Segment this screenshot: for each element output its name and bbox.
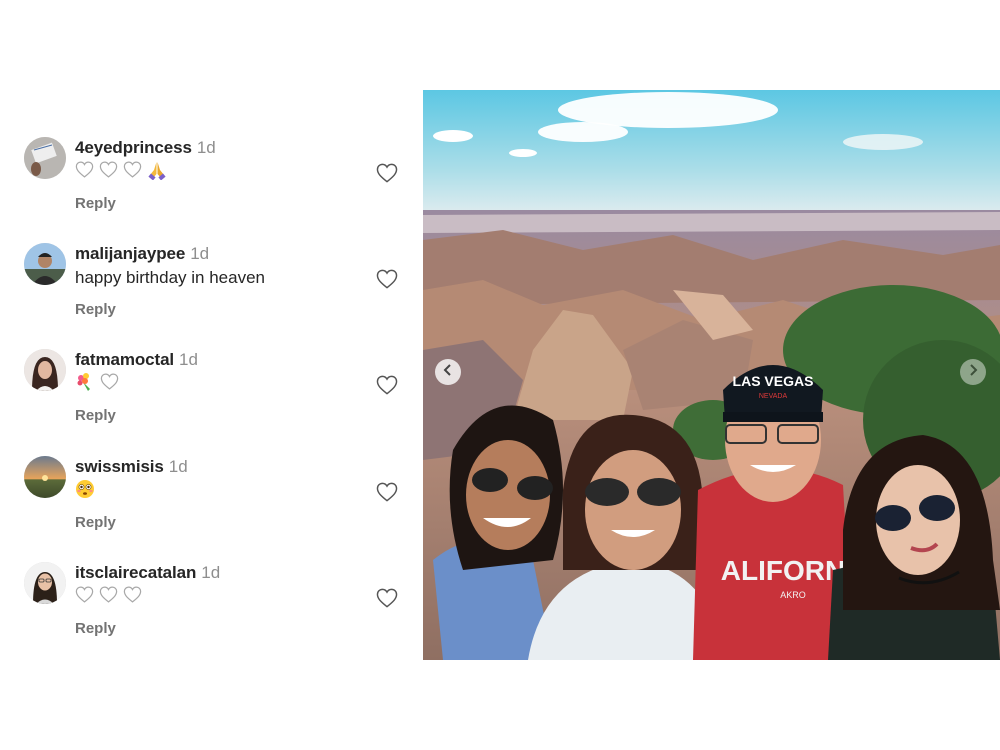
comment-time[interactable]: 1d xyxy=(190,244,209,263)
avatar[interactable] xyxy=(24,562,66,604)
comment-username[interactable]: swissmisis xyxy=(75,457,164,476)
like-heart-icon[interactable] xyxy=(376,588,398,608)
comment-header: swissmisis 1d xyxy=(75,456,365,478)
previous-image-button[interactable] xyxy=(435,359,461,385)
like-heart-icon[interactable] xyxy=(376,269,398,289)
comment-header: malijanjaypee 1d xyxy=(75,243,365,265)
shirt-subtext: AKRO xyxy=(780,590,806,600)
heart-outline-icon xyxy=(75,586,94,608)
comment-username[interactable]: itsclairecatalan xyxy=(75,563,196,582)
comment-body: fatmamoctal 1d xyxy=(75,349,365,395)
comment-emojis xyxy=(75,372,365,397)
comment-emojis xyxy=(75,586,365,608)
comment-emojis xyxy=(75,479,365,504)
bouquet-icon xyxy=(75,372,95,397)
comment-username[interactable]: 4eyedprincess xyxy=(75,138,192,157)
flushed-face-icon xyxy=(75,479,95,504)
like-heart-icon[interactable] xyxy=(376,163,398,183)
comment-header: fatmamoctal 1d xyxy=(75,349,365,371)
comment-time[interactable]: 1d xyxy=(179,350,198,369)
comment-item: itsclairecatalan 1d Reply xyxy=(24,562,404,668)
comment-time[interactable]: 1d xyxy=(201,563,220,582)
comment-body: swissmisis 1d xyxy=(75,456,365,502)
chevron-left-icon xyxy=(442,363,454,381)
reply-button[interactable]: Reply xyxy=(75,301,116,318)
comment-emojis xyxy=(75,161,365,183)
comment-item: swissmisis 1d Reply xyxy=(24,456,404,562)
comment-item: 4eyedprincess 1d Reply xyxy=(24,137,404,243)
comment-username[interactable]: malijanjaypee xyxy=(75,244,185,263)
comment-time[interactable]: 1d xyxy=(197,138,216,157)
praying-hands-icon xyxy=(147,160,167,185)
like-heart-icon[interactable] xyxy=(376,482,398,502)
comment-header: itsclairecatalan 1d xyxy=(75,562,365,584)
heart-outline-icon xyxy=(75,161,94,183)
heart-outline-icon xyxy=(100,373,119,395)
comment-body: 4eyedprincess 1d xyxy=(75,137,365,183)
reply-button[interactable]: Reply xyxy=(75,407,116,424)
next-image-button[interactable] xyxy=(960,359,986,385)
group-selfie-image: LAS VEGAS NEVADA ALIFORN AKRO xyxy=(423,90,1000,660)
heart-outline-icon xyxy=(123,586,142,608)
comment-time[interactable]: 1d xyxy=(169,457,188,476)
comment-item: malijanjaypee 1d happy birthday in heaven… xyxy=(24,243,404,349)
avatar[interactable] xyxy=(24,456,66,498)
comment-body: itsclairecatalan 1d xyxy=(75,562,365,608)
cap-subtext: NEVADA xyxy=(759,393,788,400)
comment-header: 4eyedprincess 1d xyxy=(75,137,365,159)
comment-item: fatmamoctal 1d Reply xyxy=(24,349,404,455)
heart-outline-icon xyxy=(123,161,142,183)
comment-username[interactable]: fatmamoctal xyxy=(75,350,174,369)
heart-outline-icon xyxy=(99,586,118,608)
chevron-right-icon xyxy=(967,363,979,381)
like-heart-icon[interactable] xyxy=(376,375,398,395)
comment-text: happy birthday in heaven xyxy=(75,268,265,287)
reply-button[interactable]: Reply xyxy=(75,620,116,637)
comment-body: malijanjaypee 1d happy birthday in heaven xyxy=(75,243,365,289)
avatar[interactable] xyxy=(24,137,66,179)
reply-button[interactable]: Reply xyxy=(75,195,116,212)
avatar[interactable] xyxy=(24,349,66,391)
cap-text: LAS VEGAS xyxy=(733,373,814,389)
shirt-text: ALIFORN xyxy=(721,555,845,586)
comments-panel: 4eyedprincess 1d Reply malijanjaypee 1d … xyxy=(0,0,420,750)
heart-outline-icon xyxy=(99,161,118,183)
reply-button[interactable]: Reply xyxy=(75,514,116,531)
avatar[interactable] xyxy=(24,243,66,285)
post-photo[interactable]: LAS VEGAS NEVADA ALIFORN AKRO xyxy=(423,90,1000,660)
